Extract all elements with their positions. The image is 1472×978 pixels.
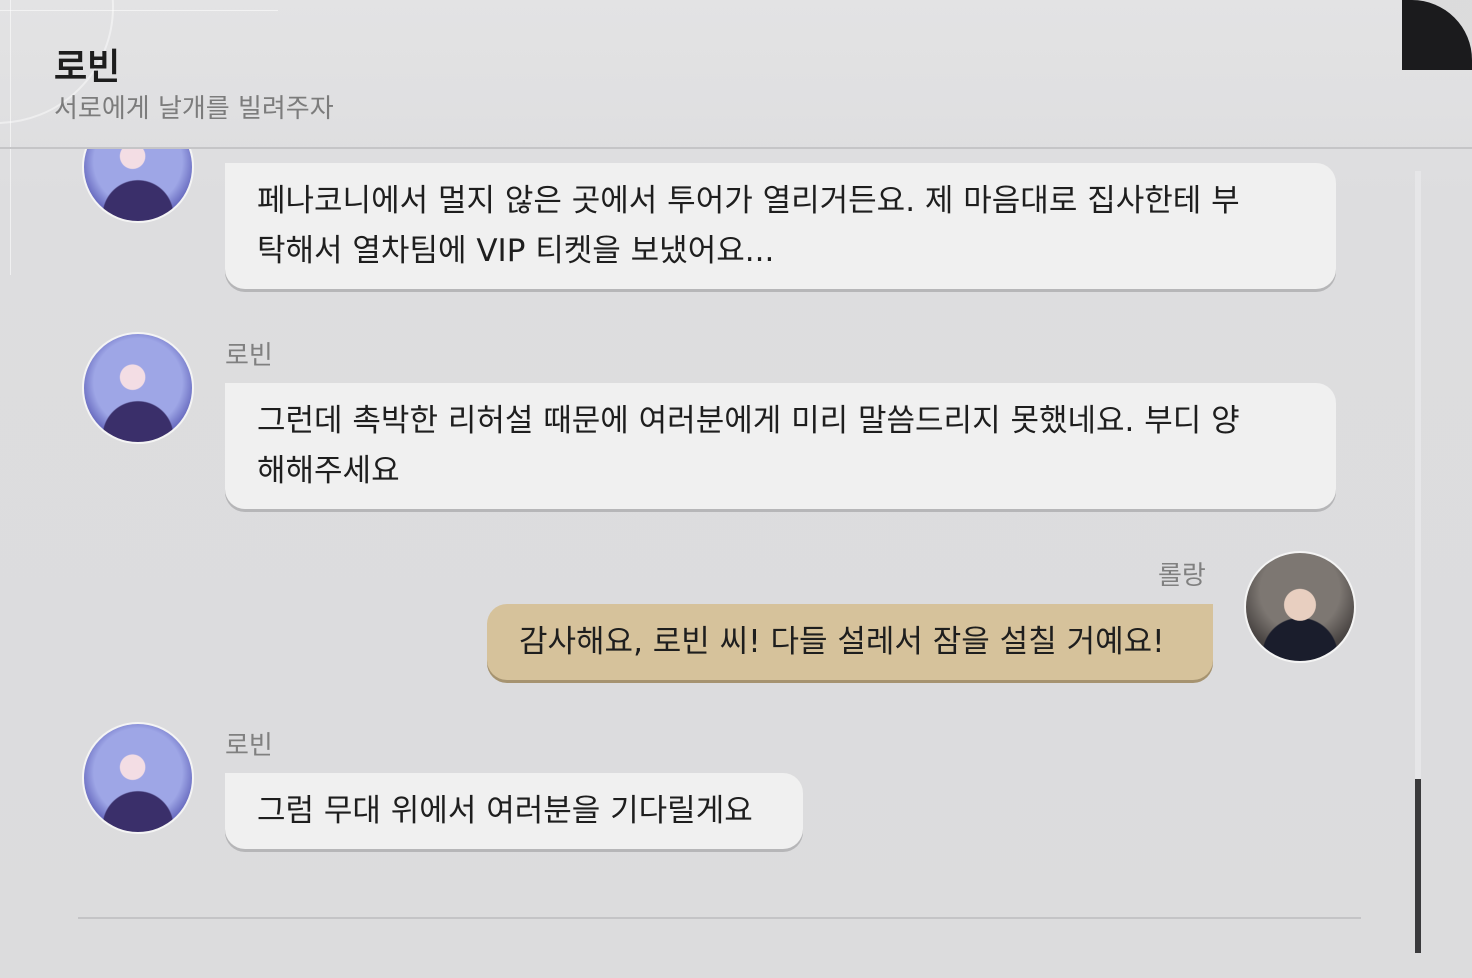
scrollbar-thumb[interactable] [1415, 779, 1421, 953]
input-divider [78, 917, 1361, 919]
contact-name: 로빈 [54, 47, 121, 88]
message-bubble: 페나코니에서 멀지 않은 곳에서 투어가 열리거든요. 제 마음대로 집사한테 … [225, 163, 1336, 289]
robin-avatar[interactable] [82, 722, 194, 834]
sender-name: 로빈 [225, 731, 273, 761]
chat-panel: 로빈 서로에게 날개를 빌려주자 페나코니에서 멀지 않은 곳에서 투어가 열리… [0, 0, 1472, 978]
robin-avatar[interactable] [82, 332, 194, 444]
own-message-bubble: 감사해요, 로빈 씨! 다들 설레서 잠을 설칠 거예요! [487, 604, 1213, 680]
message-line: 해해주세요 [257, 453, 400, 489]
robin-avatar[interactable] [82, 149, 194, 223]
message-line: 감사해요, 로빈 씨! 다들 설레서 잠을 설칠 거예요! [519, 624, 1165, 660]
message-line: 그럼 무대 위에서 여러분을 기다릴게요 [257, 793, 753, 829]
message-line: 탁해서 열차팀에 VIP 티켓을 보냈어요... [257, 233, 775, 269]
message-line: 페나코니에서 멀지 않은 곳에서 투어가 열리거든요. 제 마음대로 집사한테 … [257, 183, 1240, 219]
message-bubble: 그럼 무대 위에서 여러분을 기다릴게요 [225, 773, 803, 849]
message-list[interactable]: 페나코니에서 멀지 않은 곳에서 투어가 열리거든요. 제 마음대로 집사한테 … [0, 149, 1472, 919]
message-line: 그런데 촉박한 리허설 때문에 여러분에게 미리 말씀드리지 못했네요. 부디 … [257, 403, 1240, 439]
chat-header: 로빈 서로에게 날개를 빌려주자 [0, 0, 1472, 148]
contact-signature: 서로에게 날개를 빌려주자 [54, 94, 334, 124]
sender-name: 로빈 [225, 341, 273, 371]
sender-name: 롤랑 [1158, 561, 1206, 591]
message-bubble: 그런데 촉박한 리허설 때문에 여러분에게 미리 말씀드리지 못했네요. 부디 … [225, 383, 1336, 509]
rolang-avatar[interactable] [1244, 551, 1356, 663]
